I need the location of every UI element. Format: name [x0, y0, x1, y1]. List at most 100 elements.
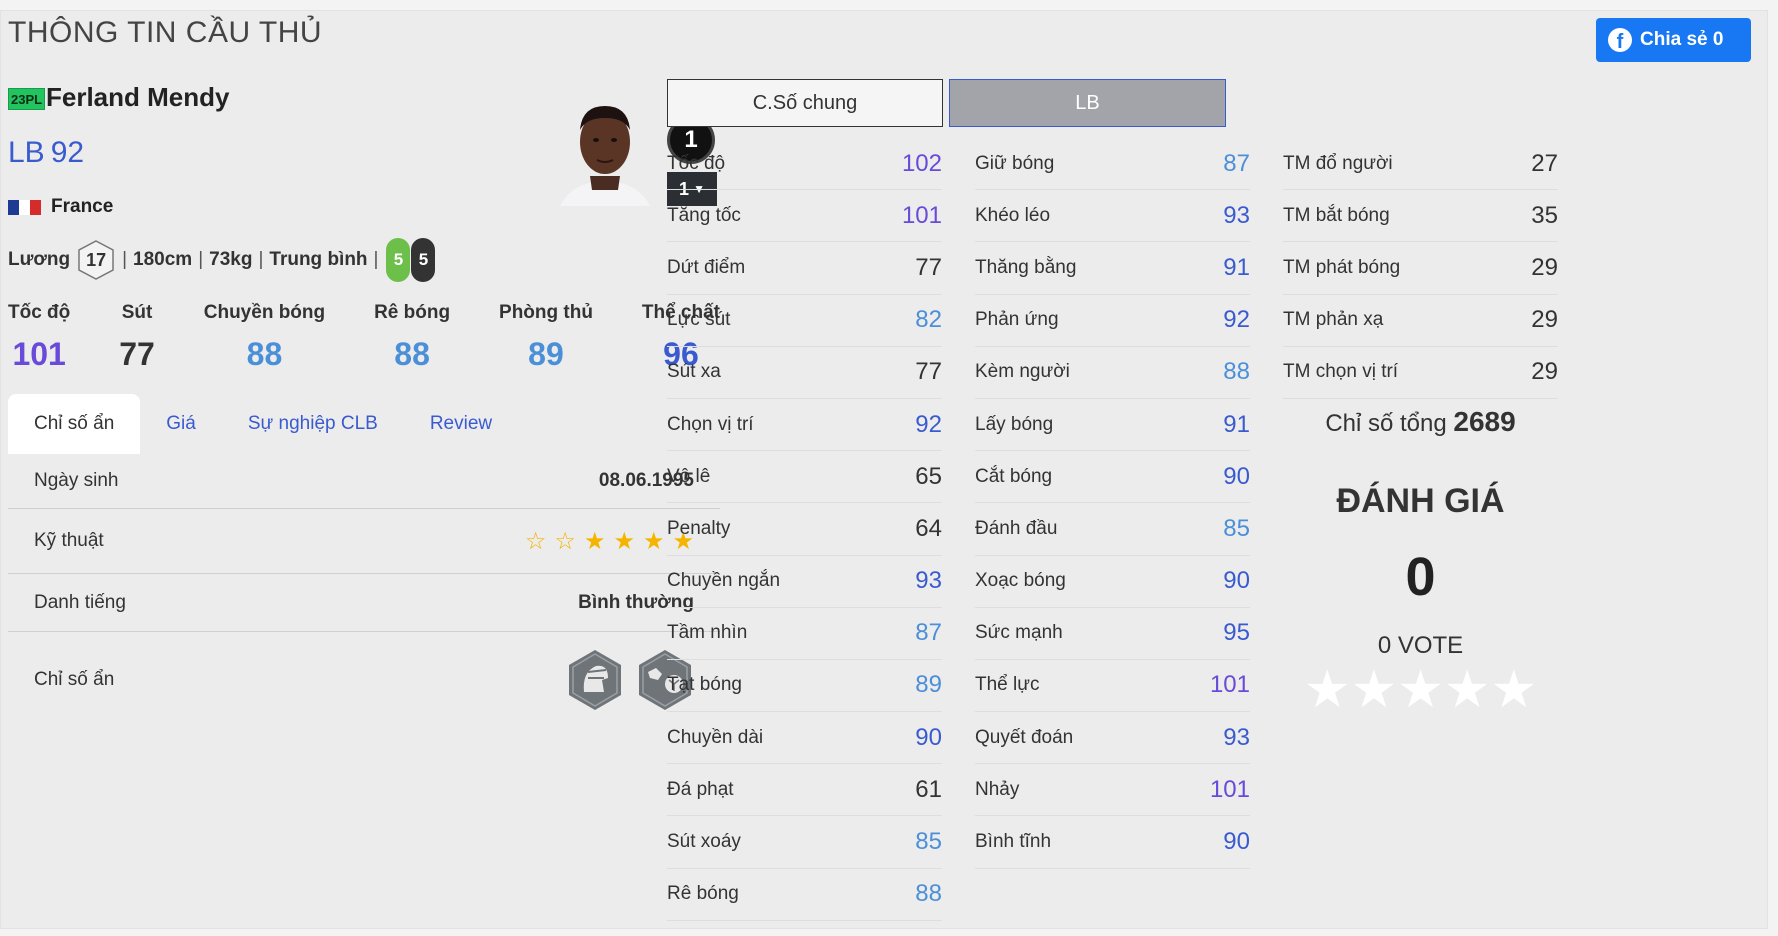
stat-label: Chuyền dài — [667, 726, 764, 748]
stat-row: Phản ứng 92 — [975, 295, 1250, 347]
stat-row: Chọn vị trí 92 — [667, 399, 942, 452]
stat-value: 88 — [1223, 358, 1250, 386]
tab-3[interactable]: Review — [404, 394, 518, 454]
stat-label: Tầm nhìn — [667, 622, 748, 644]
stat-value: 90 — [1223, 462, 1250, 490]
stat-value: 89 — [915, 671, 942, 699]
star-filled-icon: ★ — [642, 527, 665, 555]
rating-score: 0 — [1405, 547, 1436, 607]
stats-column-1: Tốc độ 102 Tăng tốc 101 Dứt điểm 77 Lực sút 82 S… — [667, 138, 942, 921]
rating-star-2-icon[interactable]: ★ — [1351, 664, 1398, 716]
stats-column-2: Giữ bóng 87 Khéo léo 93 Thăng bằng 91 Phản ứng… — [975, 138, 1250, 869]
stat-value: 82 — [915, 306, 942, 334]
stat-row: Chuyền dài 90 — [667, 712, 942, 765]
vote-count: 0 VOTE — [1377, 632, 1464, 659]
stat-value: 29 — [1531, 358, 1558, 386]
wage-badge: 17 — [76, 239, 116, 281]
fame-label: Danh tiếng — [34, 591, 126, 613]
stat-value: 87 — [1223, 149, 1250, 177]
height: 180cm — [133, 249, 193, 270]
stat-label: Xoạc bóng — [975, 570, 1066, 592]
stat-label: Nhảy — [975, 778, 1020, 800]
stat-label: Tạt bóng — [667, 674, 742, 696]
main-stat-value: 88 — [394, 336, 430, 372]
stat-row: Cắt bóng 90 — [975, 451, 1250, 504]
rating-star-5-icon[interactable]: ★ — [1490, 664, 1537, 716]
detail-row-skill: Kỹ thuật ☆ ☆ ★ ★ ★ ★ — [8, 509, 720, 574]
stat-row: Penalty 64 — [667, 503, 942, 556]
stat-label: Quyết đoán — [975, 726, 1074, 748]
stat-row: Kèm người 88 — [975, 347, 1250, 399]
main-stat: Rê bóng 88 — [374, 302, 450, 373]
star-filled-icon: ★ — [583, 527, 606, 555]
stat-label: Lấy bóng — [975, 413, 1054, 435]
stat-value: 61 — [915, 775, 942, 803]
tab-0[interactable]: Chỉ số ẩn — [8, 394, 141, 454]
divider: | — [373, 249, 379, 270]
stat-row: Lực sút 82 — [667, 295, 942, 347]
stat-label: Sút xa — [667, 361, 721, 383]
main-stat: Sút 77 — [119, 302, 155, 373]
total-stats: Chỉ số tổng 2689 — [1283, 406, 1558, 438]
stat-value: 102 — [901, 149, 942, 177]
stat-row: Lấy bóng 91 — [975, 399, 1250, 452]
stat-value: 91 — [1223, 253, 1250, 281]
stat-label: Sức mạnh — [975, 622, 1063, 644]
stat-value: 88 — [915, 880, 942, 908]
stat-value: 85 — [1223, 514, 1250, 542]
stat-value: 27 — [1531, 149, 1558, 177]
stat-value: 93 — [1223, 201, 1250, 229]
general-stats-button[interactable]: C.Số chung — [667, 79, 943, 127]
stat-label: TM bắt bóng — [1283, 204, 1390, 226]
player-name: Ferland Mendy — [46, 82, 230, 112]
stat-value: 85 — [915, 828, 942, 856]
stat-value: 29 — [1531, 253, 1558, 281]
stat-row: TM đổ người 27 — [1283, 138, 1558, 191]
stat-label: Thể lực — [975, 674, 1040, 696]
stat-row: Chuyền ngắn 93 — [667, 556, 942, 608]
france-flag-icon — [8, 199, 41, 215]
main-stat: Phòng thủ 89 — [499, 302, 593, 373]
stat-row: TM phản xạ 29 — [1283, 295, 1558, 347]
stat-row: Tốc độ 102 — [667, 138, 942, 191]
stat-label: Lực sút — [667, 309, 731, 331]
rating-star-1-icon[interactable]: ★ — [1304, 664, 1351, 716]
position-stats-button[interactable]: LB — [949, 79, 1226, 127]
rating-star-3-icon[interactable]: ★ — [1397, 664, 1444, 716]
stat-label: Tốc độ — [667, 152, 726, 174]
stat-row: Đá phạt 61 — [667, 764, 942, 817]
stat-value: 95 — [1223, 619, 1250, 647]
stat-row: Đánh đầu 85 — [975, 503, 1250, 556]
left-foot-rating: 5 — [386, 238, 411, 282]
stat-row: Sút xoáy 85 — [667, 816, 942, 869]
tab-2[interactable]: Sự nghiệp CLB — [222, 394, 404, 454]
main-stat: Chuyền bóng 88 — [204, 302, 325, 373]
stat-value: 92 — [1223, 306, 1250, 334]
stat-value: 65 — [915, 462, 942, 490]
stat-label: Cắt bóng — [975, 465, 1053, 487]
stat-label: Chuyền ngắn — [667, 570, 781, 592]
stat-row: Rê bóng 88 — [667, 869, 942, 921]
facebook-share-button[interactable]: f Chia sẻ 0 — [1596, 18, 1751, 62]
position-label: LB — [8, 136, 45, 169]
rating-star-4-icon[interactable]: ★ — [1444, 664, 1491, 716]
season-badge: 23PL — [8, 88, 46, 110]
stat-value: 64 — [915, 514, 942, 542]
main-stat: Tốc độ 101 — [8, 302, 70, 373]
trait-helmet-icon[interactable] — [566, 648, 624, 712]
stat-row: TM phát bóng 29 — [1283, 242, 1558, 295]
stat-value: 87 — [915, 619, 942, 647]
wage-label: Lương — [8, 249, 71, 270]
stat-value: 92 — [915, 410, 942, 438]
stat-row: Tăng tốc 101 — [667, 190, 942, 243]
main-stat-label: Phòng thủ — [499, 302, 593, 323]
stat-label: Vô lê — [667, 465, 711, 487]
tab-1[interactable]: Giá — [140, 394, 222, 454]
player-info-row: Lương 17 | 180cm | 73kg | Trung bình | 5… — [8, 238, 436, 282]
detail-row-birth: Ngày sinh 08.06.1995 — [8, 454, 720, 509]
stat-row: Sút xa 77 — [667, 347, 942, 399]
stat-label: Khéo léo — [975, 204, 1051, 226]
stat-row: TM chọn vị trí 29 — [1283, 347, 1558, 399]
stat-value: 77 — [915, 358, 942, 386]
stat-row: Dứt điểm 77 — [667, 242, 942, 295]
